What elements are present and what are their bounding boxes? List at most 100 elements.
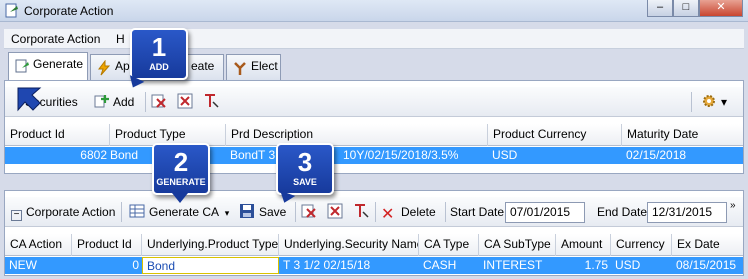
table-row[interactable]: NEW 0 Bond T 3 1/2 02/15/18 CASH INTERES… bbox=[5, 257, 743, 274]
maximize-button[interactable]: □ bbox=[673, 0, 699, 17]
title-bar: Corporate Action ​ – □ ✕ bbox=[0, 0, 748, 22]
callout-2-generate: 2 GENERATE bbox=[152, 143, 210, 195]
table-row[interactable]: 6802 Bond BondT 3 1 10Y/02/15/2018/3.5% … bbox=[5, 147, 743, 164]
save-icon bbox=[240, 204, 254, 218]
cell-ca-action[interactable]: NEW bbox=[5, 257, 72, 274]
ca-grid-header: CA Action Product Id Underlying.Product … bbox=[5, 234, 743, 256]
callout-tail bbox=[172, 193, 188, 203]
callout-label: SAVE bbox=[293, 177, 317, 187]
cell-ca-product-id[interactable]: 0 bbox=[72, 257, 142, 274]
generate-ca-label: Generate CA bbox=[149, 205, 219, 219]
cell-underlying-product-type[interactable]: Bond bbox=[142, 257, 279, 274]
gear-icon bbox=[703, 95, 715, 107]
callout-3-save: 3 SAVE bbox=[276, 143, 334, 195]
tab-generate-label: Generate bbox=[33, 57, 84, 71]
overflow-chevron-icon[interactable]: » bbox=[730, 197, 736, 215]
corporate-action-panel: − Corporate Action Generate CA ▾ Save ✕ … bbox=[4, 190, 744, 276]
col-underlying-product-type[interactable]: Underlying.Product Type bbox=[142, 234, 279, 256]
toolbar-separator bbox=[445, 202, 446, 222]
corporate-action-label: Corporate Action bbox=[26, 205, 116, 219]
callout-number: 2 bbox=[173, 147, 189, 177]
cell-maturity-date[interactable]: 02/15/2018 bbox=[622, 147, 743, 164]
tab-strip: Generate Ap eate Elect bbox=[4, 52, 744, 80]
filter-remove-icon[interactable] bbox=[353, 203, 369, 219]
col-ca-type[interactable]: CA Type bbox=[419, 234, 479, 256]
cell-currency[interactable]: USD bbox=[611, 257, 672, 274]
table-icon bbox=[129, 204, 145, 218]
pointer-arrow-icon bbox=[17, 87, 42, 112]
menu-bar: Corporate Action H bbox=[4, 29, 744, 49]
tab-approve-label: Ap bbox=[115, 59, 130, 73]
col-ca-subtype[interactable]: CA SubType bbox=[479, 234, 556, 256]
cell-ca-type[interactable]: CASH bbox=[419, 257, 479, 274]
close-button[interactable]: ✕ bbox=[699, 0, 743, 17]
tab-elect[interactable]: Elect bbox=[226, 54, 281, 80]
save-label: Save bbox=[259, 205, 287, 219]
toolbar-separator bbox=[145, 92, 146, 112]
toolbar-separator bbox=[121, 202, 122, 222]
cell-product-currency[interactable]: USD bbox=[488, 147, 622, 164]
cell-product-type[interactable]: Bond bbox=[106, 147, 156, 164]
tab-generate[interactable]: Generate bbox=[8, 52, 88, 80]
save-button[interactable]: Save bbox=[239, 203, 286, 221]
col-prd-description[interactable]: Prd Description bbox=[226, 124, 488, 146]
col-ca-product-id[interactable]: Product Id bbox=[72, 234, 142, 256]
add-label: Add bbox=[113, 95, 135, 109]
lightning-icon bbox=[98, 60, 111, 76]
cell-prd-description-tail[interactable]: 10Y/02/15/2018/3.5% bbox=[339, 147, 489, 164]
chevron-down-icon[interactable]: ▾ bbox=[225, 208, 230, 218]
col-product-id[interactable]: Product Id bbox=[5, 124, 110, 146]
add-button[interactable]: Add bbox=[93, 93, 134, 111]
callout-number: 3 bbox=[297, 147, 313, 177]
corporate-action-button[interactable]: − Corporate Action bbox=[11, 203, 115, 221]
generate-icon bbox=[15, 59, 29, 73]
remove-all-icon[interactable] bbox=[177, 93, 193, 109]
start-date-label: Start Date bbox=[450, 205, 505, 219]
delete-label: Delete bbox=[401, 205, 436, 219]
cell-ex-date[interactable]: 08/15/2015 bbox=[672, 257, 743, 274]
securities-toolbar: Securities Add ▾ bbox=[5, 87, 743, 117]
col-ex-date[interactable]: Ex Date bbox=[672, 234, 743, 256]
ca-toolbar: − Corporate Action Generate CA ▾ Save ✕ … bbox=[5, 197, 743, 227]
toolbar-separator bbox=[295, 202, 296, 222]
securities-grid-header: Product Id Product Type Prd Description … bbox=[5, 124, 743, 146]
callout-number: 1 bbox=[151, 32, 167, 62]
collapse-icon: − bbox=[11, 210, 22, 221]
callout-label: GENERATE bbox=[156, 177, 206, 187]
delete-icon: ✕ bbox=[381, 206, 395, 223]
cell-product-id[interactable]: 6802 bbox=[5, 147, 110, 164]
chevron-down-icon: ▾ bbox=[721, 95, 728, 109]
col-currency[interactable]: Currency bbox=[611, 234, 672, 256]
callout-label: ADD bbox=[149, 62, 169, 72]
menu-corporate-action[interactable]: Corporate Action bbox=[11, 32, 100, 46]
minimize-button[interactable]: – bbox=[647, 0, 673, 17]
col-amount[interactable]: Amount bbox=[556, 234, 611, 256]
remove-all-icon[interactable] bbox=[327, 203, 343, 219]
filter-remove-icon[interactable] bbox=[203, 93, 219, 109]
remove-icon[interactable] bbox=[151, 93, 167, 109]
app-icon bbox=[5, 3, 18, 18]
delete-button[interactable]: ✕ Delete bbox=[381, 203, 436, 223]
settings-button[interactable]: ▾ bbox=[701, 93, 727, 111]
cell-underlying-security-name[interactable]: T 3 1/2 02/15/18 bbox=[279, 257, 419, 274]
col-underlying-security-name[interactable]: Underlying.Security Name bbox=[279, 234, 419, 256]
window-title: Corporate Action bbox=[24, 4, 114, 18]
end-date-input[interactable]: 12/31/2015 bbox=[647, 202, 727, 223]
tab-elect-label: Elect bbox=[251, 59, 278, 73]
col-product-currency[interactable]: Product Currency bbox=[488, 124, 622, 146]
col-maturity-date[interactable]: Maturity Date bbox=[622, 124, 743, 146]
tab-create-label: eate bbox=[191, 59, 215, 73]
toolbar-separator bbox=[375, 202, 376, 222]
col-ca-action[interactable]: CA Action bbox=[5, 234, 72, 256]
generate-ca-button[interactable]: Generate CA ▾ bbox=[129, 203, 229, 221]
toolbar-separator bbox=[691, 92, 692, 112]
elect-icon bbox=[234, 62, 246, 75]
start-date-input[interactable]: 07/01/2015 bbox=[505, 202, 585, 223]
cell-amount[interactable]: 1.75 bbox=[556, 257, 611, 274]
add-icon bbox=[94, 95, 109, 108]
end-date-label: End Date bbox=[597, 205, 648, 219]
menu-help[interactable]: H bbox=[116, 32, 125, 46]
cell-ca-subtype[interactable]: INTEREST bbox=[479, 257, 556, 274]
callout-1-add: 1 ADD bbox=[130, 28, 188, 80]
remove-icon[interactable] bbox=[301, 203, 317, 219]
